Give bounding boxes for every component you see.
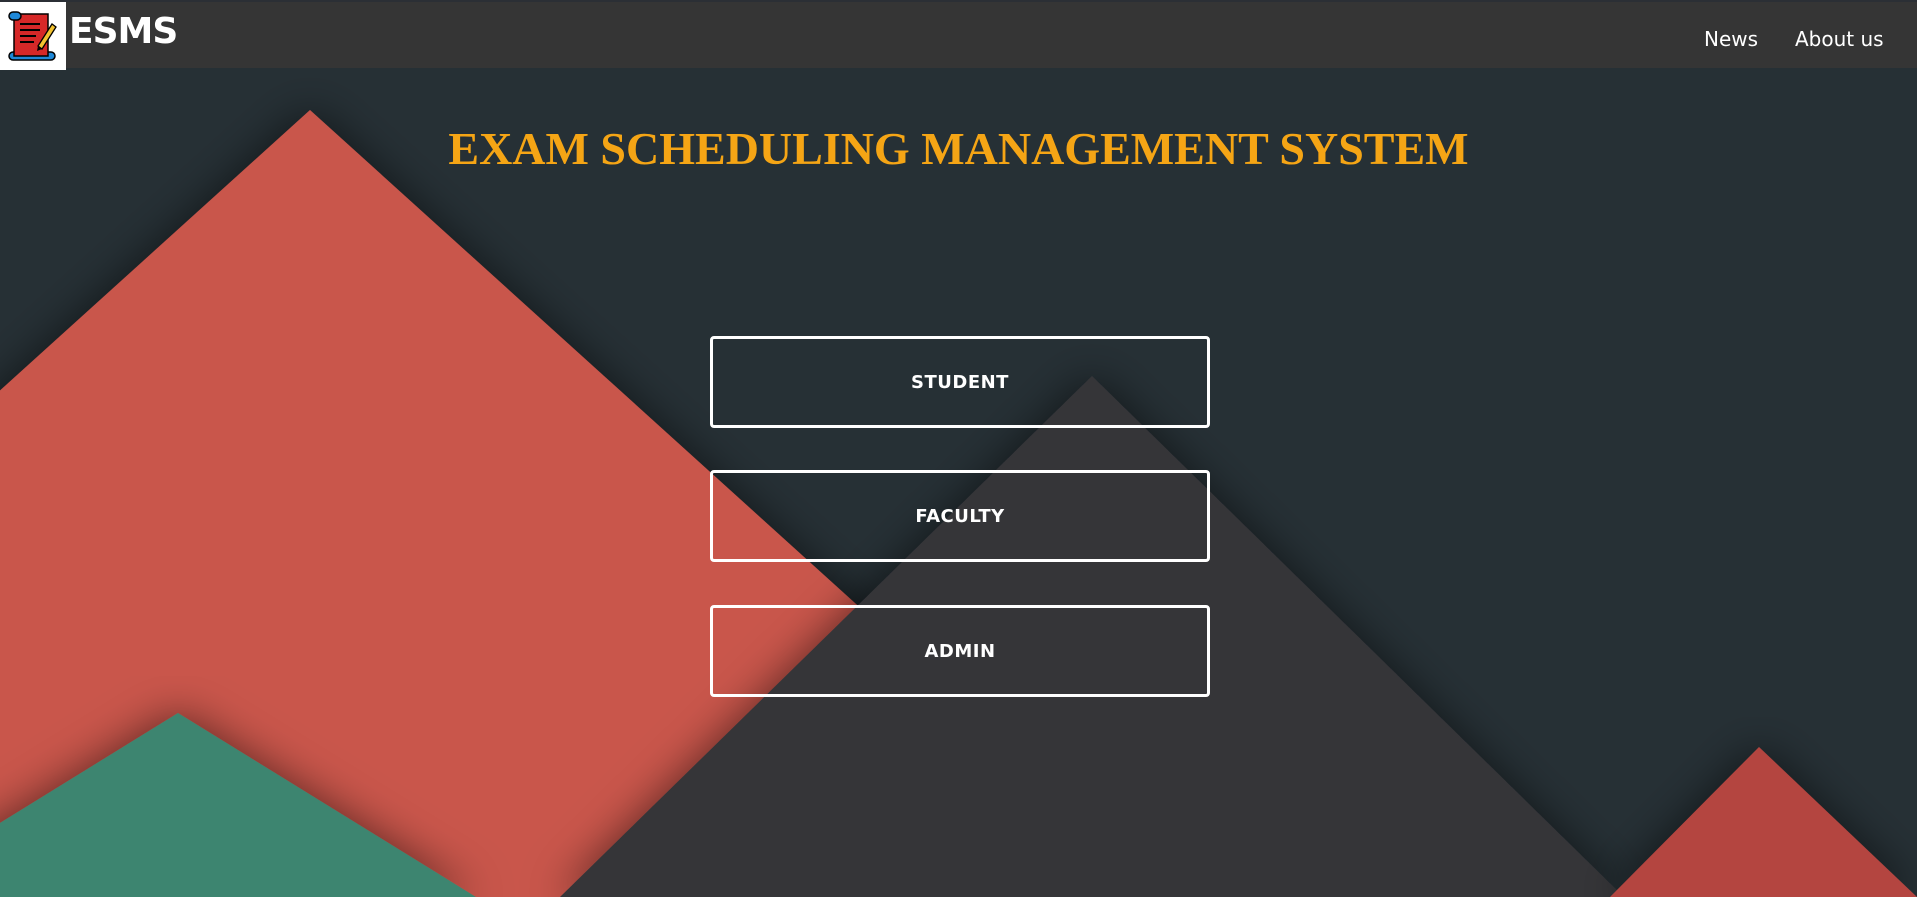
page-title: EXAM SCHEDULING MANAGEMENT SYSTEM [448,122,1469,174]
faculty-button[interactable]: FACULTY [710,470,1210,562]
top-navbar: ESMS News About us [0,0,1917,70]
student-button[interactable]: STUDENT [710,336,1210,428]
scroll-pen-icon [8,11,57,61]
logo[interactable] [0,2,66,70]
admin-button[interactable]: ADMIN [710,605,1210,697]
brand-name[interactable]: ESMS [69,10,178,54]
nav-link-about-us[interactable]: About us [1795,26,1884,52]
nav-link-news[interactable]: News [1704,26,1758,52]
